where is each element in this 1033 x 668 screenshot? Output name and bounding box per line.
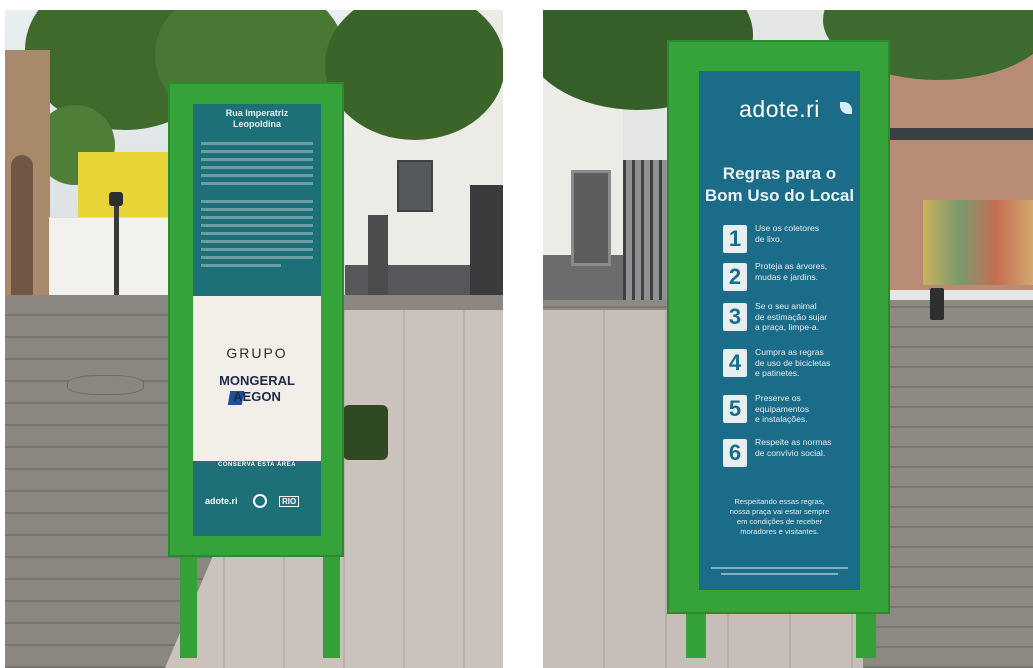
- adote-rio-logo: adote.ri: [205, 496, 238, 506]
- paragraph-line: [201, 208, 313, 211]
- rule-item: 6 Respeite as normas de convívio social.: [723, 437, 843, 471]
- rule-text: Respeite as normas de convívio social.: [755, 437, 832, 458]
- sponsor-name-line1: MONGERAL: [219, 373, 295, 388]
- rules-title: Regras para o Bom Uso do Local: [704, 164, 855, 205]
- paragraph-line: [201, 166, 313, 169]
- paragraph-line: [201, 174, 313, 177]
- rule-number: 4: [723, 349, 747, 377]
- conserve-label: CONSERVA ESTA ÁREA: [218, 462, 296, 468]
- sign-post: [180, 540, 197, 658]
- barred-window: [571, 170, 611, 266]
- sponsor-name-line2: AEGON: [233, 389, 281, 404]
- rule-text: Proteja as árvores, mudas e jardins.: [755, 261, 828, 282]
- paragraph-line: [201, 150, 313, 153]
- fine-print-line: [711, 567, 848, 569]
- rule-item: 1 Use os coletores de lixo.: [723, 223, 843, 257]
- rule-number: 1: [723, 225, 747, 253]
- rule-text: Cumpra as regras de uso de bicicletas e …: [755, 347, 831, 378]
- circle-logo-icon: [253, 494, 267, 508]
- paragraph-line: [201, 264, 281, 267]
- bollard: [930, 288, 944, 320]
- sign-panel-right: adote.ri Regras para o Bom Uso do Local …: [699, 71, 860, 590]
- arched-door: [11, 155, 33, 295]
- barred-window: [397, 160, 433, 212]
- paragraph-line: [201, 248, 313, 251]
- rule-text: Preserve os equipamentos e instalações.: [755, 393, 809, 424]
- iron-gate: [623, 160, 673, 320]
- balcony-railing: [888, 128, 1033, 140]
- rules-footer: Respeitando essas regras, nossa praça va…: [729, 497, 830, 536]
- rule-item: 2 Proteja as árvores, mudas e jardins.: [723, 261, 843, 295]
- paragraph-line: [201, 200, 313, 203]
- paragraph-line: [201, 240, 313, 243]
- hedge: [343, 405, 388, 460]
- rule-number: 3: [723, 303, 747, 331]
- street-lamp-post: [114, 200, 119, 295]
- street-lamp-head: [109, 192, 123, 206]
- drain-grate: [67, 375, 144, 395]
- paragraph-line: [201, 158, 313, 161]
- rule-item: 5 Preserve os equipamentos e instalações…: [723, 393, 843, 433]
- street-name: Rua Imperatriz Leopoldina: [225, 108, 289, 129]
- rule-item: 3 Se o seu animal de estimação sujar a p…: [723, 301, 843, 341]
- rio-logo: RIO: [279, 496, 300, 507]
- sign-panel-left: Rua Imperatriz Leopoldina GRUPO MONGERAL…: [193, 104, 321, 536]
- rule-number: 2: [723, 263, 747, 291]
- paragraph-line: [201, 182, 313, 185]
- fine-print-line: [721, 573, 838, 575]
- rule-item: 4 Cumpra as regras de uso de bicicletas …: [723, 347, 843, 387]
- paragraph-line: [201, 232, 313, 235]
- rule-text: Use os coletores de lixo.: [755, 223, 820, 244]
- rule-number: 5: [723, 395, 747, 423]
- adote-rio-logo: adote.ri: [739, 96, 820, 122]
- paragraph-line: [201, 256, 313, 259]
- sponsor-group-label: GRUPO: [226, 345, 288, 361]
- paragraph-line: [201, 224, 313, 227]
- paragraph-line: [201, 216, 313, 219]
- paragraph-line: [201, 142, 313, 145]
- sign-post: [323, 540, 340, 658]
- rule-text: Se o seu animal de estimação sujar a pra…: [755, 301, 828, 332]
- rule-number: 6: [723, 439, 747, 467]
- graffiti-wall: [923, 200, 1033, 285]
